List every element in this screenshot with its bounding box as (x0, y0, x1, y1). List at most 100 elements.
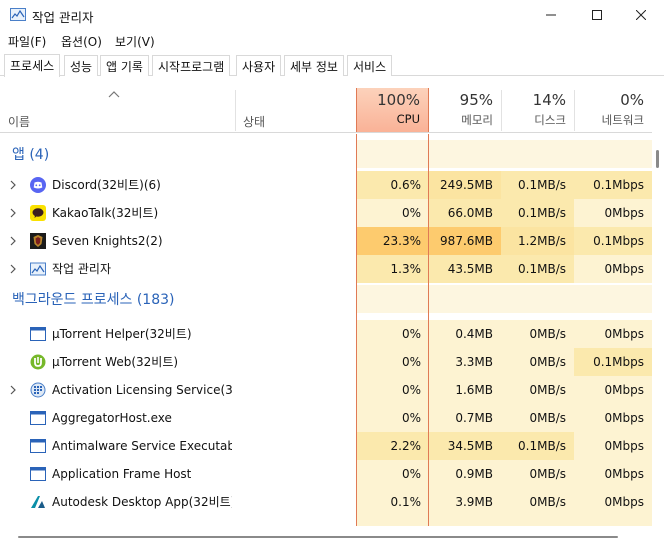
vertical-scroll-thumb[interactable] (656, 150, 659, 168)
tab-processes[interactable]: 프로세스 (4, 54, 61, 77)
column-separator[interactable] (235, 90, 236, 131)
tab-performance[interactable]: 성능 (64, 55, 99, 76)
tab-services[interactable]: 서비스 (347, 55, 393, 76)
tab-app-history[interactable]: 앱 기록 (100, 55, 149, 76)
tab-users[interactable]: 사용자 (236, 55, 282, 76)
table-row[interactable]: Discord(32비트)(6) 0.6% 249.5MB 0.1MB/s 0.… (0, 171, 652, 199)
memory-total: 95% (459, 91, 493, 109)
group-header-background[interactable]: 백그라운드 프로세스 (183) (0, 285, 652, 313)
disk-cell: 0MB/s (501, 460, 574, 488)
disk-cell: 1.2MB/s (501, 227, 574, 255)
app-window-icon (30, 411, 46, 425)
memory-cell: 249.5MB (429, 171, 501, 199)
disk-cell: 0.1MB/s (501, 255, 574, 283)
table-row[interactable] (0, 516, 652, 526)
minimize-button[interactable] (528, 0, 574, 30)
chevron-right-icon[interactable] (9, 236, 17, 246)
network-cell: 0Mbps (574, 404, 652, 432)
network-cell: 0Mbps (574, 460, 652, 488)
memory-cell: 0.4MB (429, 320, 501, 348)
chevron-right-icon[interactable] (9, 208, 17, 218)
window-title: 작업 관리자 (32, 10, 94, 25)
title-bar: 작업 관리자 (0, 0, 664, 30)
network-cell: 0.1Mbps (574, 227, 652, 255)
app-window-icon (30, 439, 46, 453)
network-cell: 0Mbps (574, 432, 652, 460)
network-cell: 0Mbps (574, 199, 652, 227)
table-row[interactable]: 작업 관리자 1.3% 43.5MB 0.1MB/s 0Mbps (0, 255, 652, 283)
cpu-cell: 2.2% (357, 432, 429, 460)
group-fill (357, 140, 429, 168)
tab-details[interactable]: 세부 정보 (284, 55, 344, 76)
memory-cell: 3.3MB (429, 348, 501, 376)
maximize-button[interactable] (574, 0, 620, 30)
menu-file[interactable]: 파일(F) (8, 33, 46, 50)
disk-cell: 0MB/s (501, 404, 574, 432)
tab-bar: 프로세스 성능 앱 기록 시작프로그램 사용자 세부 정보 서비스 (0, 54, 664, 77)
cpu-cell: 0% (357, 376, 429, 404)
group-label: 백그라운드 프로세스 (183) (12, 292, 175, 308)
table-row[interactable]: µTorrent Helper(32비트) 0% 0.4MB 0MB/s 0Mb… (0, 320, 652, 348)
column-name[interactable]: 이름 (8, 113, 30, 130)
cpu-label: CPU (396, 112, 420, 126)
network-cell: 0.1Mbps (574, 348, 652, 376)
column-network[interactable]: 0% 네트워크 (574, 88, 652, 132)
memory-cell: 43.5MB (429, 255, 501, 283)
tab-startup[interactable]: 시작프로그램 (152, 55, 231, 76)
kakaotalk-icon (30, 205, 46, 221)
network-cell: 0Mbps (574, 255, 652, 283)
chevron-right-icon[interactable] (9, 385, 17, 395)
process-name: Application Frame Host (52, 467, 192, 481)
autodesk-icon (31, 496, 45, 508)
column-cpu[interactable]: 100% CPU (356, 88, 429, 132)
minimize-icon (546, 14, 556, 16)
column-memory[interactable]: 95% 메모리 (429, 88, 501, 132)
column-disk[interactable]: 14% 디스크 (501, 88, 574, 132)
group-label: 앱 (4) (12, 147, 50, 163)
sort-up-icon (108, 91, 120, 98)
table-row[interactable]: Seven Knights2(2) 23.3% 987.6MB 1.2MB/s … (0, 227, 652, 255)
task-manager-icon (30, 262, 46, 276)
close-icon (636, 10, 646, 20)
vertical-scrollbar[interactable] (652, 134, 664, 526)
table-row[interactable]: KakaoTalk(32비트) 0% 66.0MB 0.1MB/s 0Mbps (0, 199, 652, 227)
table-row[interactable]: Autodesk Desktop App(32비트) 0.1% 3.9MB 0M… (0, 488, 652, 516)
disk-total: 14% (532, 91, 566, 109)
horizontal-scrollbar[interactable] (0, 527, 664, 541)
process-name: 작업 관리자 (52, 262, 112, 276)
group-fill (357, 285, 429, 313)
table-row[interactable]: Activation Licensing Service(32... 0% 1.… (0, 376, 652, 404)
cpu-cell: 0% (357, 460, 429, 488)
horizontal-scroll-thumb[interactable] (18, 536, 618, 538)
table-row[interactable]: Antimalware Service Executabl... 2.2% 34… (0, 432, 652, 460)
menu-options[interactable]: 옵션(O) (61, 33, 102, 50)
menu-view[interactable]: 보기(V) (115, 33, 155, 50)
network-cell: 0Mbps (574, 376, 652, 404)
group-header-apps[interactable]: 앱 (4) (0, 140, 652, 168)
memory-cell: 3.9MB (429, 488, 501, 516)
disk-cell: 0.1MB/s (501, 199, 574, 227)
table-row[interactable]: AggregatorHost.exe 0% 0.7MB 0MB/s 0Mbps (0, 404, 652, 432)
process-name: µTorrent Web(32비트) (52, 355, 179, 369)
network-total: 0% (620, 91, 644, 109)
disk-label: 디스크 (534, 113, 566, 127)
memory-cell: 66.0MB (429, 199, 501, 227)
disk-cell: 0MB/s (501, 348, 574, 376)
process-name: Autodesk Desktop App(32비트) (52, 495, 232, 509)
network-cell: 0Mbps (574, 320, 652, 348)
chevron-right-icon[interactable] (9, 264, 17, 274)
table-row[interactable]: µTorrent Web(32비트) 0% 3.3MB 0MB/s 0.1Mbp… (0, 348, 652, 376)
group-fill (501, 285, 574, 313)
close-button[interactable] (618, 0, 664, 30)
table-row[interactable]: Application Frame Host 0% 0.9MB 0MB/s 0M… (0, 460, 652, 488)
cpu-cell: 23.3% (357, 227, 429, 255)
chevron-right-icon[interactable] (9, 180, 17, 190)
cpu-column-border (428, 134, 429, 526)
task-manager-icon (10, 8, 26, 21)
cpu-cell: 0% (357, 199, 429, 227)
memory-cell (429, 516, 501, 526)
disk-cell (501, 516, 574, 526)
cpu-cell: 0% (357, 320, 429, 348)
app-window-icon (30, 467, 46, 481)
column-status[interactable]: 상태 (243, 113, 265, 130)
